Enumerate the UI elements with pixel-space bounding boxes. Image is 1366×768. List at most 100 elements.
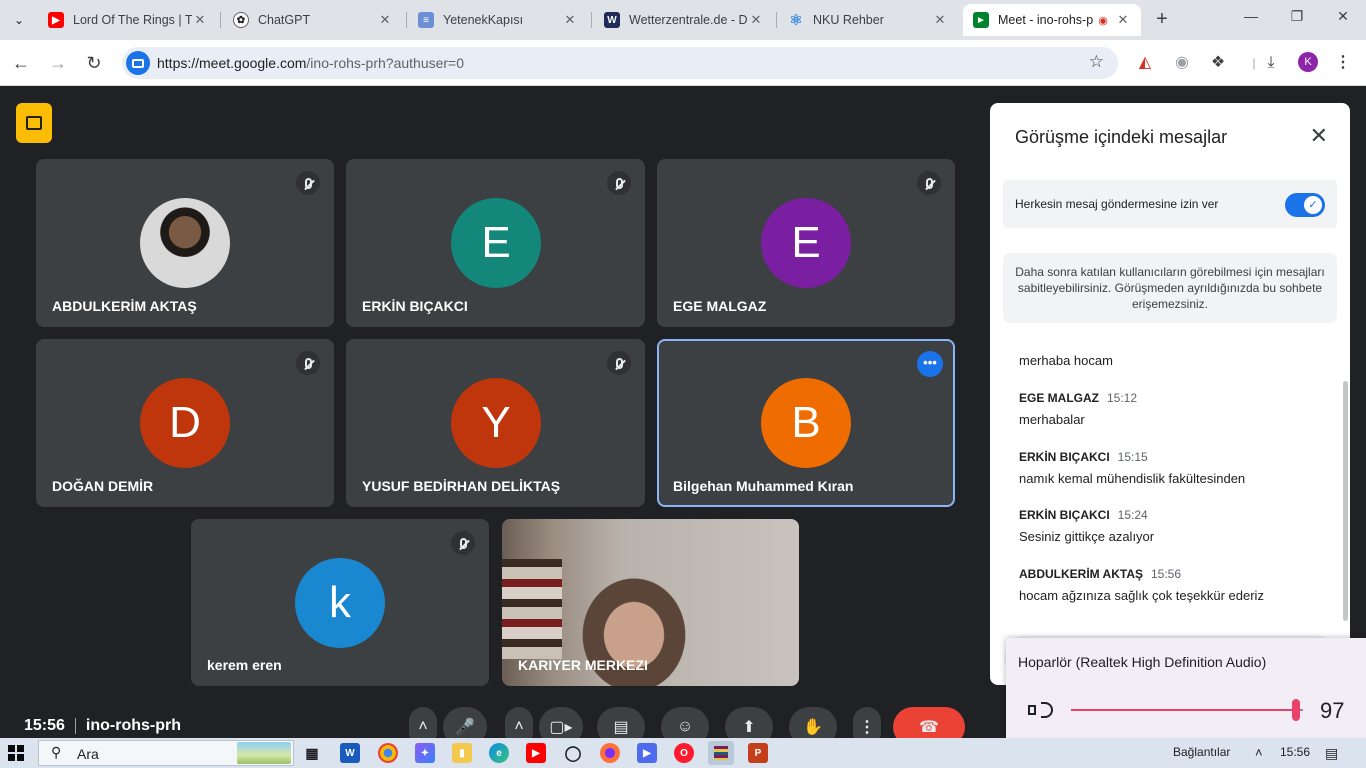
url-path: /ino-rohs-prh?authuser=0 bbox=[306, 55, 465, 71]
participant-name: ABDULKERİM AKTAŞ bbox=[52, 298, 197, 314]
more-options-icon[interactable]: ••• bbox=[917, 351, 943, 377]
close-tab-icon[interactable]: ✕ bbox=[377, 12, 393, 28]
tab-title: NKU Rehber bbox=[813, 13, 884, 27]
meeting-status: 15:56 ino-rohs-prh bbox=[24, 717, 181, 735]
extension-pocket-icon[interactable]: ◭ bbox=[1134, 52, 1156, 74]
audio-device-name[interactable]: Hoparlör (Realtek High Definition Audio) bbox=[1018, 654, 1266, 670]
message-sender: EGE MALGAZ bbox=[1019, 391, 1099, 405]
volume-slider-thumb[interactable] bbox=[1292, 699, 1301, 721]
downloads-icon[interactable]: ⤓ bbox=[1260, 52, 1282, 74]
address-bar[interactable]: https://meet.google.com/ino-rohs-prh?aut… bbox=[122, 47, 1118, 79]
winrar-icon[interactable] bbox=[708, 741, 734, 765]
url-text: https://meet.google.com/ino-rohs-prh?aut… bbox=[157, 55, 464, 71]
notifications-icon[interactable]: ▤ bbox=[1325, 745, 1338, 762]
meeting-time: 15:56 bbox=[24, 717, 65, 734]
url-host: https://meet.google.com bbox=[157, 55, 307, 71]
new-tab-button[interactable]: + bbox=[1150, 8, 1174, 32]
participant-tile-active-speaker[interactable]: B ••• Bilgehan Muhammed Kıran bbox=[657, 339, 955, 507]
tab-title: Wetterzentrale.de - D bbox=[629, 13, 748, 27]
browser-tab[interactable]: W Wetterzentrale.de - D ✕ bbox=[594, 4, 774, 36]
chat-message: ERKİN BIÇAKCI 15:24 Sesiniz gittikçe azal… bbox=[1019, 508, 1154, 544]
close-tab-icon[interactable]: ✕ bbox=[1115, 12, 1131, 28]
youtube-taskbar-icon[interactable]: ▶ bbox=[526, 743, 546, 763]
participant-tile[interactable]: k kerem eren bbox=[191, 519, 489, 686]
minimize-icon[interactable]: — bbox=[1228, 8, 1274, 24]
no-video-icon bbox=[26, 116, 42, 130]
allow-messages-row: Herkesin mesaj göndermesine izin ver ✓ bbox=[1003, 180, 1337, 228]
tab-divider bbox=[220, 12, 221, 28]
participant-video-tile[interactable]: KARIYER MERKEZI bbox=[502, 519, 799, 686]
chat-scrollbar[interactable] bbox=[1343, 381, 1348, 621]
muted-mic-icon bbox=[451, 531, 475, 555]
taskbar-clock[interactable]: 15:56 bbox=[1280, 745, 1310, 759]
participant-tile[interactable]: E EGE MALGAZ bbox=[657, 159, 955, 327]
profile-avatar[interactable]: K bbox=[1298, 52, 1318, 72]
volume-slider[interactable] bbox=[1071, 699, 1303, 721]
message-text: merhaba hocam bbox=[1019, 353, 1113, 368]
volume-slider-fill bbox=[1071, 709, 1297, 711]
chrome-icon[interactable] bbox=[378, 743, 398, 763]
media-player-icon[interactable]: ▶ bbox=[637, 743, 657, 763]
yetenekkapisi-icon: ≡ bbox=[418, 12, 434, 28]
close-tab-icon[interactable]: ✕ bbox=[562, 12, 578, 28]
browser-tab[interactable]: ▶ Lord Of The Rings | T| ✕ bbox=[38, 4, 218, 36]
browser-tab-active[interactable]: ► Meet - ino-rohs-p ◉ ✕ bbox=[963, 4, 1141, 36]
opera-icon[interactable]: O bbox=[674, 743, 694, 763]
word-icon[interactable]: W bbox=[340, 743, 360, 763]
powerpoint-icon[interactable]: P bbox=[748, 743, 768, 763]
close-tab-icon[interactable]: ✕ bbox=[748, 12, 764, 28]
participant-name: DOĞAN DEMİR bbox=[52, 478, 154, 494]
restore-icon[interactable]: ❐ bbox=[1274, 8, 1320, 25]
firefox-icon[interactable] bbox=[600, 743, 620, 763]
file-explorer-icon[interactable]: ▮ bbox=[452, 743, 472, 763]
meet-site-icon[interactable] bbox=[126, 51, 150, 75]
participant-tile[interactable]: E ERKİN BIÇAKCI bbox=[346, 159, 645, 327]
windows-start-icon[interactable] bbox=[8, 745, 24, 761]
message-sender: ABDULKERİM AKTAŞ bbox=[1019, 567, 1143, 581]
speaker-icon[interactable] bbox=[1028, 700, 1054, 720]
close-tab-icon[interactable]: ✕ bbox=[192, 12, 208, 28]
muted-mic-icon bbox=[296, 171, 320, 195]
recording-icon: ◉ bbox=[1098, 14, 1108, 27]
message-text: merhabalar bbox=[1019, 412, 1085, 427]
wetterzentrale-icon: W bbox=[604, 12, 620, 28]
chat-panel: Görüşme içindeki mesajlar ✕ Herkesin mes… bbox=[990, 103, 1350, 685]
participant-tile[interactable]: Y YUSUF BEDİRHAN DELİKTAŞ bbox=[346, 339, 645, 507]
message-header: ERKİN BIÇAKCI 15:24 bbox=[1019, 508, 1154, 522]
tray-chevron-up-icon[interactable]: ˄ bbox=[1255, 745, 1263, 760]
extension-gray-icon[interactable]: ◉ bbox=[1171, 52, 1193, 74]
close-window-icon[interactable]: ✕ bbox=[1320, 8, 1366, 25]
participant-tile[interactable]: ABDULKERİM AKTAŞ bbox=[36, 159, 334, 327]
back-icon[interactable]: ← bbox=[8, 50, 34, 76]
participant-tile[interactable]: D DOĞAN DEMİR bbox=[36, 339, 334, 507]
extensions-puzzle-icon[interactable]: ❖ bbox=[1207, 52, 1229, 74]
task-view-icon[interactable]: ▦ bbox=[302, 743, 322, 763]
participant-avatar: B bbox=[761, 378, 851, 468]
windows-taskbar: ⚲ Ara ▦ W ✦ ▮ e ▶ ◯ ▶ O P Bağlantılar ˄ … bbox=[0, 738, 1366, 768]
chat-message: ABDULKERİM AKTAŞ 15:56 hocam ağzınıza sağ… bbox=[1019, 567, 1264, 603]
browser-tab[interactable]: ≡ YetenekKapısı ✕ bbox=[408, 4, 588, 36]
chatgpt-taskbar-icon[interactable]: ◯ bbox=[563, 743, 583, 763]
muted-mic-icon bbox=[917, 171, 941, 195]
browser-tab[interactable]: ✿ ChatGPT ✕ bbox=[223, 4, 403, 36]
tab-divider bbox=[406, 12, 407, 28]
meeting-info-badge[interactable] bbox=[16, 103, 52, 143]
participant-avatar: D bbox=[140, 378, 230, 468]
close-tab-icon[interactable]: ✕ bbox=[932, 12, 948, 28]
taskbar-search[interactable]: ⚲ Ara bbox=[38, 740, 294, 766]
connections-label[interactable]: Bağlantılar bbox=[1173, 745, 1230, 759]
browser-tab[interactable]: ⚛ NKU Rehber ✕ bbox=[778, 4, 958, 36]
browser-tab-strip: ⌄ ▶ Lord Of The Rings | T| ✕ ✿ ChatGPT ✕… bbox=[0, 0, 1366, 40]
copilot-icon[interactable]: ✦ bbox=[415, 743, 435, 763]
close-icon[interactable]: ✕ bbox=[1310, 123, 1328, 149]
allow-messages-toggle[interactable]: ✓ bbox=[1285, 193, 1325, 217]
participant-avatar: E bbox=[761, 198, 851, 288]
reload-icon[interactable]: ↻ bbox=[81, 50, 107, 76]
browser-menu-icon[interactable]: ⋮ bbox=[1332, 52, 1354, 74]
edge-icon[interactable]: e bbox=[489, 743, 509, 763]
hang-up-icon: ☎ bbox=[919, 719, 939, 736]
forward-icon[interactable]: → bbox=[45, 50, 71, 76]
tab-search-chevron-icon[interactable]: ⌄ bbox=[6, 7, 32, 33]
bookmark-star-icon[interactable]: ☆ bbox=[1089, 52, 1104, 72]
video-background-shelf bbox=[502, 559, 562, 659]
